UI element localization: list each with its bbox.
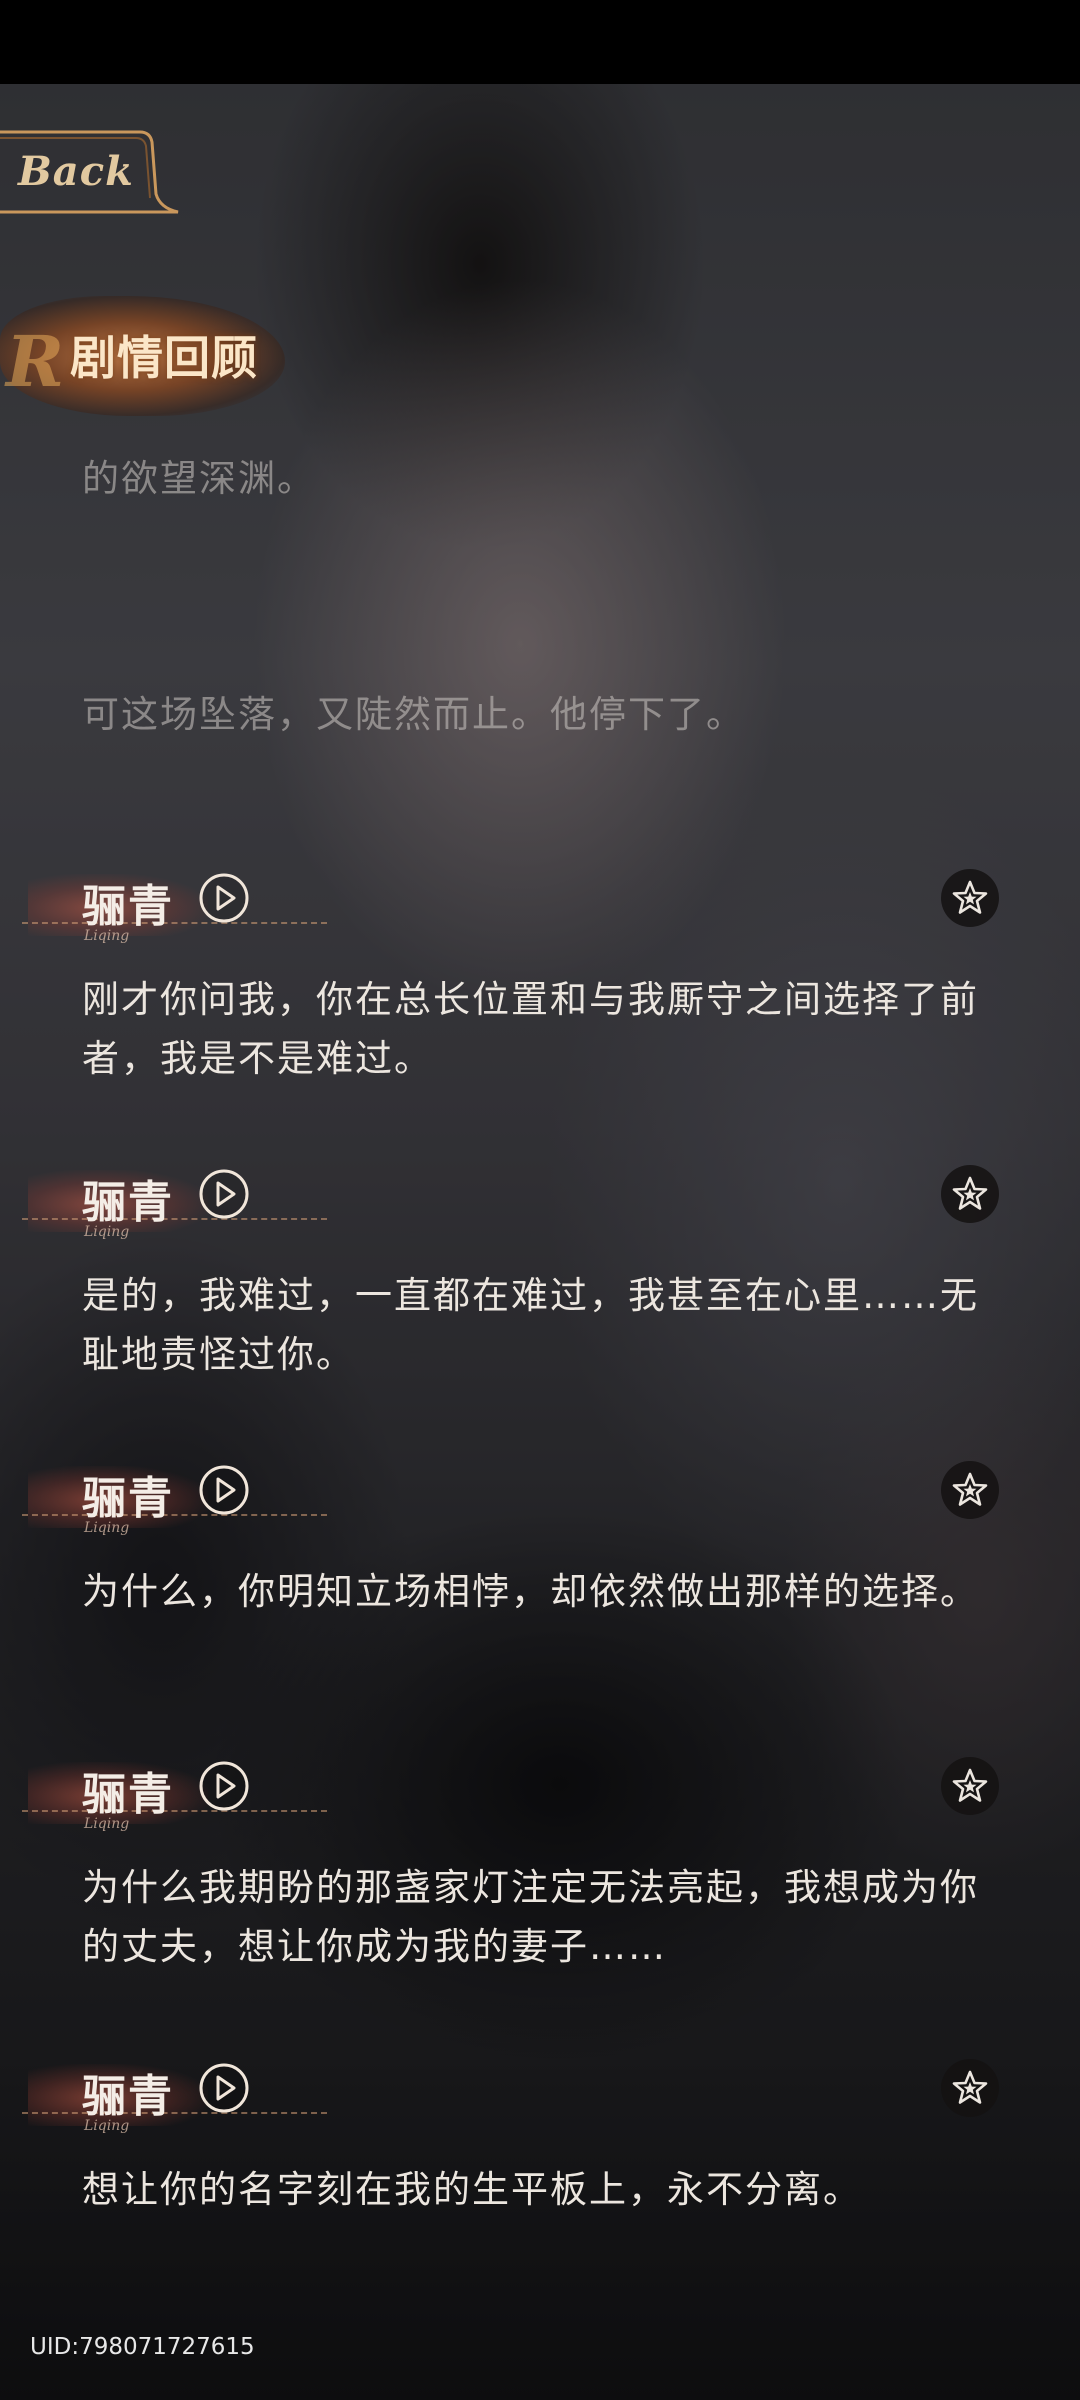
narration-line: 的欲望深渊。 xyxy=(82,457,316,500)
speaker-roman: Liqing xyxy=(84,1224,130,1240)
speaker-roman: Liqing xyxy=(84,928,130,944)
speaker-row: 骊青 Liqing xyxy=(0,1164,1080,1246)
speaker-roman: Liqing xyxy=(84,2118,130,2134)
play-voice-icon[interactable] xyxy=(198,1464,250,1516)
dialogue-text: 刚才你问我，你在总长位置和与我厮守之间选择了前者，我是不是难过。 xyxy=(82,978,979,1080)
favorite-star-icon[interactable] xyxy=(940,2058,1000,2118)
user-id-label: UID:798071727615 xyxy=(30,2334,255,2360)
speaker-name: 骊青 xyxy=(82,1473,174,1524)
dialogue-text: 是的，我难过，一直都在难过，我甚至在心里……无耻地责怪过你。 xyxy=(82,1274,979,1376)
back-button[interactable]: Back xyxy=(0,128,180,216)
favorite-star-icon[interactable] xyxy=(940,1460,1000,1520)
speaker-name: 骊青 xyxy=(82,1177,174,1228)
speaker-divider xyxy=(22,1514,327,1516)
dialogue-text: 想让你的名字刻在我的生平板上，永不分离。 xyxy=(82,2168,862,2211)
story-review-screen: Back R 剧情回顾 的欲望深渊。 可这场坠落，又陡然而止。他停下了。 骊青 … xyxy=(0,0,1080,2400)
speaker-row: 骊青 Liqing xyxy=(0,1756,1080,1838)
speaker-divider xyxy=(22,922,327,924)
speaker-name: 骊青 xyxy=(82,1769,174,1820)
status-bar xyxy=(0,0,1080,84)
play-voice-icon[interactable] xyxy=(198,2062,250,2114)
speaker-divider xyxy=(22,1810,327,1812)
dialogue-text: 为什么我期盼的那盏家灯注定无法亮起，我想成为你的丈夫，想让你成为我的妻子…… xyxy=(82,1866,979,1968)
speaker-roman: Liqing xyxy=(84,1520,130,1536)
speaker-name: 骊青 xyxy=(82,2071,174,2122)
speaker-row: 骊青 Liqing xyxy=(0,1460,1080,1542)
page-title: 剧情回顾 xyxy=(70,331,258,385)
favorite-star-icon[interactable] xyxy=(940,868,1000,928)
speaker-roman: Liqing xyxy=(84,1816,130,1832)
story-review-header: R 剧情回顾 xyxy=(0,278,300,438)
speaker-divider xyxy=(22,1218,327,1220)
back-label: Back xyxy=(18,148,134,195)
speaker-divider xyxy=(22,2112,327,2114)
speaker-name: 骊青 xyxy=(82,881,174,932)
title-deco-letter: R xyxy=(6,320,65,403)
favorite-star-icon[interactable] xyxy=(940,1164,1000,1224)
play-voice-icon[interactable] xyxy=(198,872,250,924)
play-voice-icon[interactable] xyxy=(198,1168,250,1220)
dialogue-text: 为什么，你明知立场相悖，却依然做出那样的选择。 xyxy=(82,1570,979,1613)
favorite-star-icon[interactable] xyxy=(940,1756,1000,1816)
speaker-row: 骊青 Liqing xyxy=(0,868,1080,950)
speaker-row: 骊青 Liqing xyxy=(0,2058,1080,2140)
play-voice-icon[interactable] xyxy=(198,1760,250,1812)
narration-line: 可这场坠落，又陡然而止。他停下了。 xyxy=(82,693,745,736)
